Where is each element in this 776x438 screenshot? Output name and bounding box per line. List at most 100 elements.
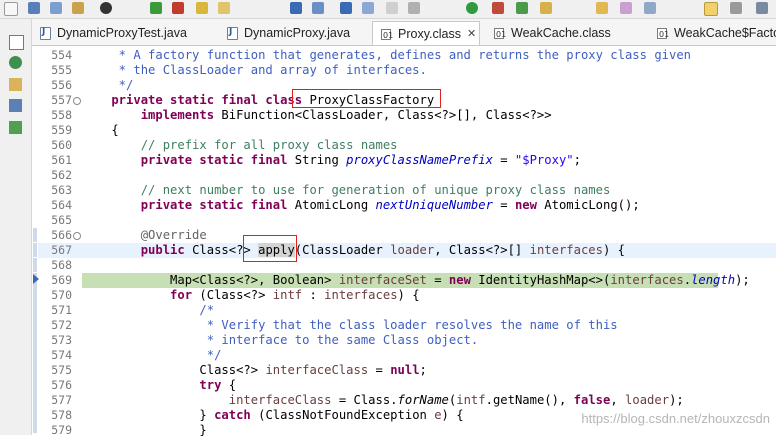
code-token: Map<Class<?>, Boolean>	[82, 273, 339, 287]
code-line[interactable]: 571 /*	[38, 303, 776, 318]
toolbar-icon[interactable]	[704, 2, 718, 16]
code-line[interactable]: 559 {	[38, 123, 776, 138]
code-token: */	[82, 78, 134, 92]
open-type-icon[interactable]	[596, 2, 608, 14]
code-token: ) {	[397, 288, 420, 302]
code-line[interactable]: 573 * interface to the same Class object…	[38, 333, 776, 348]
tab-close-icon[interactable]: ✕	[467, 27, 476, 40]
code-line[interactable]: 569 Map<Class<?>, Boolean> interfaceSet …	[51, 273, 750, 288]
stop-icon[interactable]	[172, 2, 184, 14]
run-icon[interactable]	[466, 2, 478, 14]
code-line[interactable]: 564 private static final AtomicLong next…	[38, 198, 776, 213]
line-number: 571	[51, 303, 72, 317]
code-token: }	[82, 408, 215, 422]
tab-proxy-class[interactable]: 01 Proxy.class ✕	[372, 21, 480, 45]
toolbar-icon[interactable]	[362, 2, 374, 14]
toolbar-icon[interactable]	[340, 2, 352, 14]
code-line[interactable]: 565	[38, 213, 776, 228]
toolbar-icon[interactable]	[72, 2, 84, 14]
search-icon[interactable]	[644, 2, 656, 14]
code-text: }	[82, 423, 206, 438]
new-file-icon[interactable]	[4, 2, 18, 16]
toolbar-icon[interactable]	[386, 2, 398, 14]
toolbar-icon[interactable]	[312, 2, 324, 14]
toolbar-icon[interactable]	[290, 2, 302, 14]
code-line[interactable]: 576 try {	[38, 378, 776, 393]
toolbar-icon[interactable]	[516, 2, 528, 14]
code-text: /*	[82, 303, 214, 318]
code-token: .getName(),	[485, 393, 574, 407]
code-line[interactable]: 562	[38, 168, 776, 183]
tab-weakcache-factory-c[interactable]: 01 WeakCache$Factory.c	[649, 22, 776, 44]
code-line[interactable]: 570 for (Class<?> intf : interfaces) {	[38, 288, 776, 303]
svg-text:01: 01	[383, 31, 393, 40]
code-text: {	[82, 123, 119, 138]
grid-icon[interactable]	[9, 121, 22, 134]
code-line[interactable]: 558 implements BiFunction<ClassLoader, C…	[38, 108, 776, 123]
toolbar-icon[interactable]	[492, 2, 504, 14]
ruler-marker	[33, 243, 37, 257]
package-icon[interactable]	[9, 78, 22, 91]
code-text: * the ClassLoader and array of interface…	[82, 63, 427, 78]
tab-weakcache-class[interactable]: 01 WeakCache.class	[486, 22, 643, 44]
line-number: 578	[51, 408, 72, 422]
code-line[interactable]: 560 // prefix for all proxy class names	[38, 138, 776, 153]
code-line[interactable]: 574 */	[38, 348, 776, 363]
line-number: 556	[51, 78, 72, 92]
code-token: // next number to use for generation of …	[82, 183, 611, 197]
code-line[interactable]: 555 * the ClassLoader and array of inter…	[38, 63, 776, 78]
code-token: (Class<?>	[192, 288, 273, 302]
code-text: private static final String proxyClassNa…	[82, 153, 581, 168]
toolbar-icon[interactable]	[730, 2, 742, 14]
main-toolbar	[0, 0, 776, 19]
line-number: 560	[51, 138, 72, 152]
watermark: https://blog.csdn.net/zhouxzcsdn	[581, 411, 770, 426]
outline-icon[interactable]	[9, 99, 22, 112]
code-token: new	[448, 273, 471, 287]
code-line[interactable]: 563 // next number to use for generation…	[38, 183, 776, 198]
save-icon[interactable]	[28, 2, 40, 14]
code-line[interactable]: 577 interfaceClass = Class.forName(intf.…	[38, 393, 776, 408]
fold-toggle-icon[interactable]	[73, 97, 81, 105]
line-number: 569	[51, 273, 72, 287]
code-token: // prefix for all proxy class names	[82, 138, 398, 152]
run-icon[interactable]	[150, 2, 162, 14]
line-number: 573	[51, 333, 72, 347]
code-token: {	[82, 123, 119, 137]
code-token: Class<?>	[82, 363, 266, 377]
tab-dynamicproxytest-java[interactable]: DynamicProxyTest.java	[32, 22, 212, 44]
code-line[interactable]: 568	[38, 258, 776, 273]
hierarchy-icon[interactable]	[9, 35, 24, 50]
code-line[interactable]: 561 private static final String proxyCla…	[38, 153, 776, 168]
toolbar-icon[interactable]	[218, 2, 230, 14]
code-text: try {	[82, 378, 236, 393]
svg-text:01: 01	[496, 30, 506, 39]
fold-toggle-icon[interactable]	[73, 232, 81, 240]
code-text: interfaceClass = Class.forName(intf.getN…	[82, 393, 684, 408]
code-token: ;	[573, 153, 581, 167]
toolbar-icon[interactable]	[50, 2, 62, 14]
toolbar-icon[interactable]	[540, 2, 552, 14]
code-text: Map<Class<?>, Boolean> interfaceSet = ne…	[82, 273, 750, 288]
code-line[interactable]: 572 * Verify that the class loader resol…	[38, 318, 776, 333]
toolbar-icon[interactable]	[408, 2, 420, 14]
code-token: AtomicLong();	[536, 198, 640, 212]
line-number: 565	[51, 213, 72, 227]
debug-icon[interactable]	[100, 2, 112, 14]
code-text: public Class<?> apply(ClassLoader loader…	[82, 243, 625, 258]
class-file-icon: 01	[381, 28, 393, 40]
code-line[interactable]: 554 * A factory function that generates,…	[38, 48, 776, 63]
code-line[interactable]: 566 @Override	[38, 228, 776, 243]
bug-icon[interactable]	[9, 56, 22, 69]
code-token: intf	[272, 288, 303, 302]
line-number: 562	[51, 168, 72, 182]
toolbar-icon[interactable]	[196, 2, 208, 14]
toolbar-icon[interactable]	[620, 2, 632, 14]
tab-dynamicproxy-java[interactable]: DynamicProxy.java	[219, 22, 365, 44]
code-token: interfaceClass	[228, 393, 332, 407]
code-token: nextUniqueNumber	[375, 198, 493, 212]
code-line[interactable]: 567 public Class<?> apply(ClassLoader lo…	[38, 243, 776, 258]
code-line[interactable]: 575 Class<?> interfaceClass = null;	[38, 363, 776, 378]
toolbar-icon[interactable]	[756, 2, 768, 14]
